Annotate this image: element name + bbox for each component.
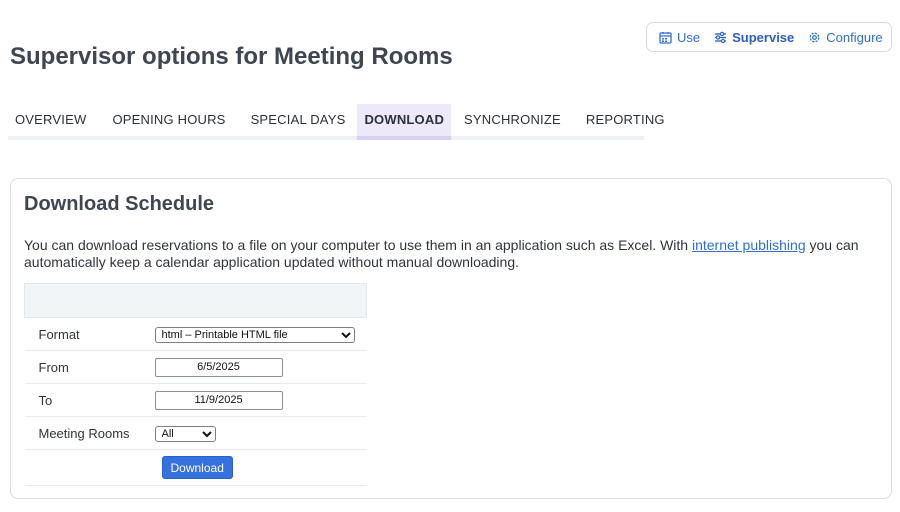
button-row: Download <box>24 449 367 486</box>
tab-bar: OVERVIEW OPENING HOURS SPECIAL DAYS DOWN… <box>0 104 672 140</box>
internet-publishing-link[interactable]: internet publishing <box>692 237 806 253</box>
download-button[interactable]: Download <box>161 456 233 479</box>
from-date-input[interactable] <box>154 357 283 377</box>
rooms-label: Meeting Rooms <box>24 416 154 450</box>
mode-configure-label: Configure <box>826 29 883 45</box>
mode-configure-button[interactable]: Configure <box>808 29 883 45</box>
to-date-input[interactable] <box>154 390 283 410</box>
to-row: To <box>24 383 367 417</box>
rooms-select[interactable]: All <box>154 425 216 442</box>
form-header <box>24 283 367 318</box>
desc-text-before: You can download reservations to a file … <box>24 237 692 253</box>
gear-icon <box>809 32 820 42</box>
mode-use-label: Use <box>677 29 701 45</box>
tab-synchronize[interactable]: SYNCHRONIZE <box>457 104 568 140</box>
format-select[interactable]: html – Printable HTML file <box>154 326 355 343</box>
download-card: Download Schedule You can download reser… <box>10 178 892 499</box>
tab-opening-hours[interactable]: OPENING HOURS <box>105 104 232 140</box>
calendar-icon <box>659 31 672 44</box>
button-row-spacer <box>24 449 154 486</box>
format-label: Format <box>24 317 154 351</box>
sliders-icon <box>715 31 727 43</box>
mode-use-button[interactable]: Use <box>659 30 700 45</box>
mode-switch: Use Supervise Configure <box>646 22 892 52</box>
card-title: Download Schedule <box>24 193 215 215</box>
page-title: Supervisor options for Meeting Rooms <box>10 43 453 70</box>
tab-reporting[interactable]: REPORTING <box>579 104 672 140</box>
from-row: From <box>24 350 367 384</box>
from-label: From <box>24 350 154 384</box>
card-description: You can download reservations to a file … <box>24 237 884 271</box>
tab-download[interactable]: DOWNLOAD <box>357 104 452 140</box>
tab-special-days[interactable]: SPECIAL DAYS <box>244 104 353 140</box>
rooms-row: Meeting Rooms All <box>24 416 367 450</box>
download-form: Format html – Printable HTML file From T… <box>24 283 367 486</box>
format-row: Format html – Printable HTML file <box>24 317 367 351</box>
to-label: To <box>24 383 154 417</box>
mode-supervise-button[interactable]: Supervise <box>714 30 794 45</box>
tab-overview[interactable]: OVERVIEW <box>8 104 93 140</box>
mode-supervise-label: Supervise <box>732 29 795 45</box>
